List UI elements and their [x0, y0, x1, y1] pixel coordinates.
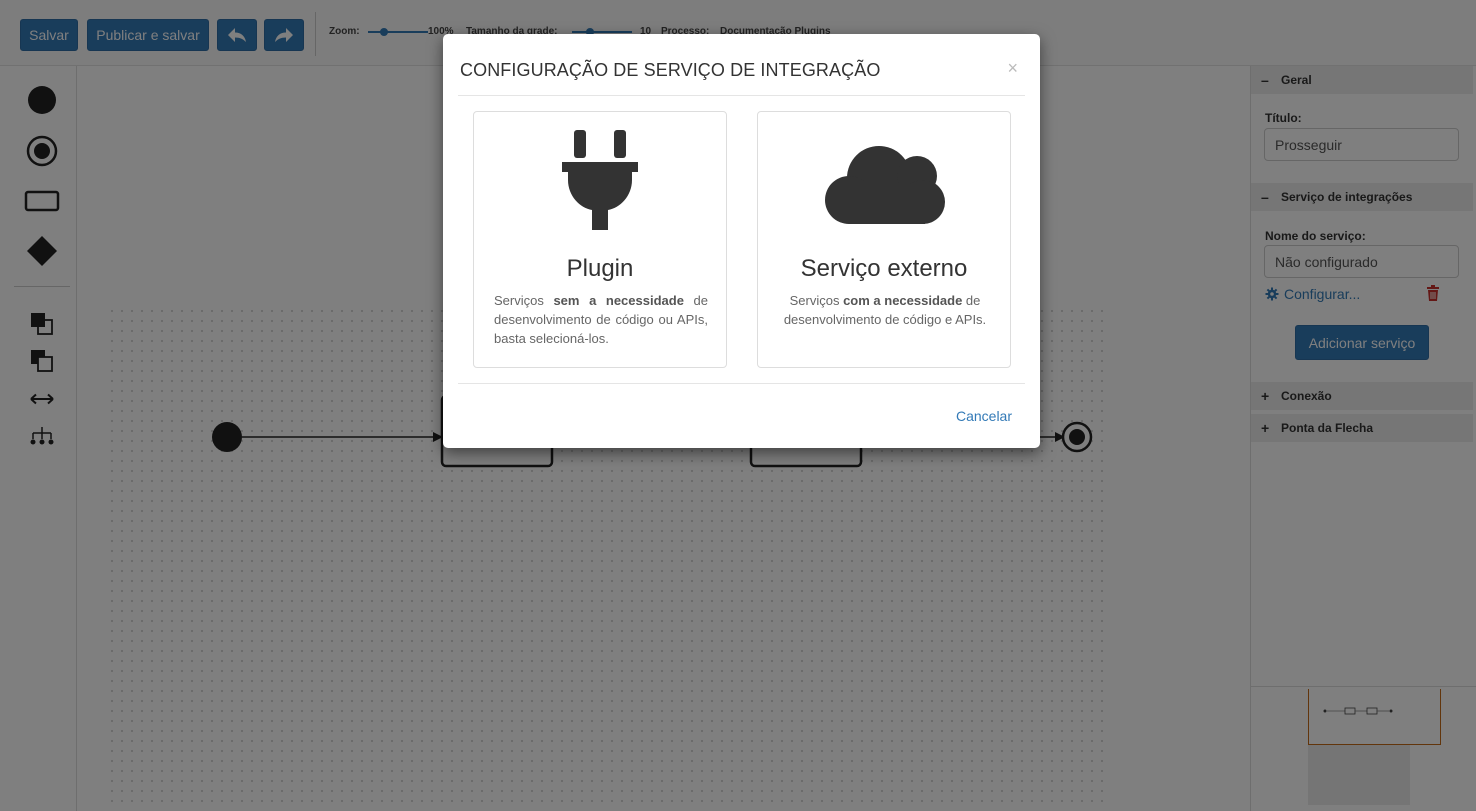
- external-desc-emphasis: com a necessidade: [843, 293, 963, 308]
- modal-footer-divider: [458, 383, 1025, 384]
- plugin-card-description: Serviços sem a necessidade de desenvolvi…: [494, 291, 708, 348]
- external-card-title: Serviço externo: [800, 255, 968, 282]
- plugin-card-title: Plugin: [566, 255, 634, 282]
- plugin-desc-start: Serviços: [494, 293, 554, 308]
- modal-title: CONFIGURAÇÃO DE SERVIÇO DE INTEGRAÇÃO: [460, 60, 881, 80]
- external-card-description: Serviços com a necessidade de desenvolvi…: [778, 291, 992, 329]
- close-icon[interactable]: ×: [1007, 58, 1018, 79]
- external-desc-start: Serviços: [789, 293, 844, 308]
- plugin-desc-emphasis: sem a necessidade: [553, 293, 684, 308]
- integration-service-modal: CONFIGURAÇÃO DE SERVIÇO DE INTEGRAÇÃO × …: [443, 34, 1040, 448]
- plugin-option-card[interactable]: Plugin Serviços sem a necessidade de des…: [473, 111, 727, 368]
- modal-header-divider: [458, 95, 1025, 96]
- plug-icon: [562, 130, 638, 230]
- external-service-option-card[interactable]: Serviço externo Serviços com a necessida…: [757, 111, 1011, 368]
- cancel-button[interactable]: Cancelar: [956, 408, 1012, 424]
- cloud-icon: [825, 146, 945, 224]
